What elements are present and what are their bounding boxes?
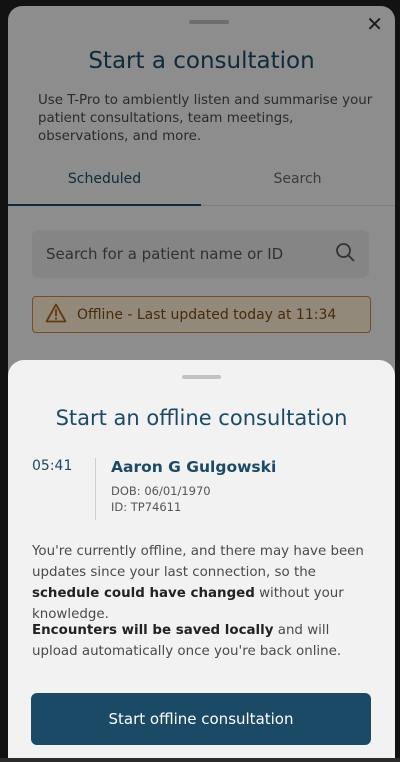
sheet-drag-handle[interactable] <box>182 375 221 379</box>
patient-id: ID: TP74611 <box>111 500 182 514</box>
sheet-title: Start an offline consultation <box>55 406 348 430</box>
offline-consultation-sheet: Start an offline consultation 05:41 Aaro… <box>8 360 395 762</box>
bottom-edge <box>0 758 400 762</box>
local-save-paragraph: Encounters will be saved locally and wil… <box>32 620 377 662</box>
paragraph1-emphasis: schedule could have changed <box>32 586 255 601</box>
patient-dob: DOB: 06/01/1970 <box>111 484 211 498</box>
paragraph1-text: You're currently offline, and there may … <box>32 544 364 580</box>
start-offline-consultation-button[interactable]: Start offline consultation <box>31 693 371 745</box>
offline-warning-paragraph: You're currently offline, and there may … <box>32 541 377 625</box>
paragraph2-emphasis: Encounters will be saved locally <box>32 623 274 638</box>
appointment-card: 05:41 Aaron G Gulgowski DOB: 06/01/1970 … <box>32 458 375 520</box>
patient-info: Aaron G Gulgowski DOB: 06/01/1970 ID: TP… <box>111 458 276 515</box>
appointment-time: 05:41 <box>32 458 73 474</box>
patient-name: Aaron G Gulgowski <box>111 458 277 476</box>
patient-meta: DOB: 06/01/1970 ID: TP74611 <box>111 483 276 515</box>
appointment-divider <box>95 458 96 520</box>
